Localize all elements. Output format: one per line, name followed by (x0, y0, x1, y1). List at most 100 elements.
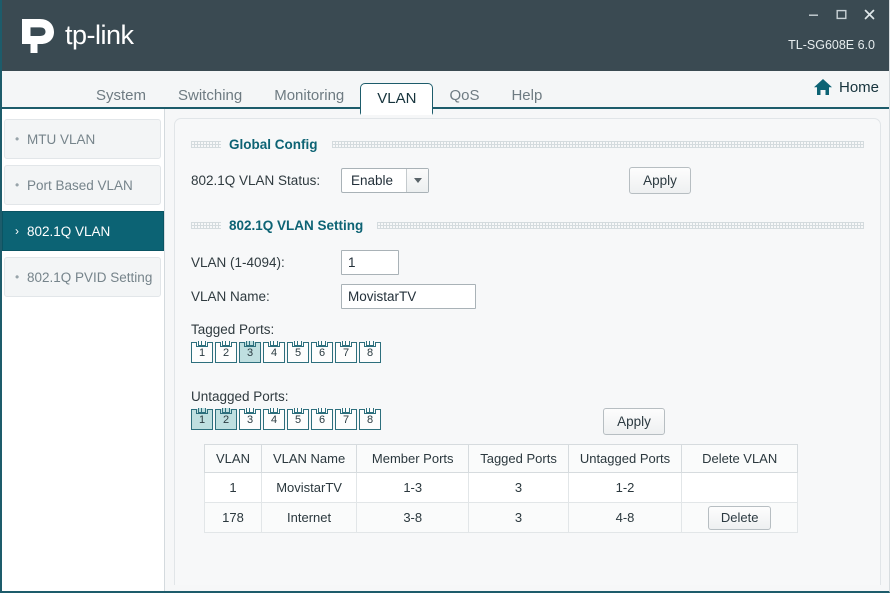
tagged-port-1[interactable]: 1 (191, 341, 213, 363)
sidebar-item-label: 802.1Q PVID Setting (27, 269, 153, 285)
global-config-section-header: Global Config (191, 133, 864, 155)
port-number: 1 (198, 347, 206, 359)
untagged-ports-group: Untagged Ports: 1 2 3 4 5 6 7 8 Apply (191, 389, 864, 435)
tab-help[interactable]: Help (495, 81, 558, 111)
untagged-port-7[interactable]: 7 (335, 408, 357, 430)
untagged-port-5[interactable]: 5 (287, 408, 309, 430)
content-area: Global Config 802.1Q VLAN Status: Enable… (165, 109, 889, 591)
rail-left (191, 140, 221, 148)
port-number: 7 (342, 414, 350, 426)
table-row: 178 Internet 3-8 3 4-8 Delete (204, 502, 799, 533)
delete-vlan-cell (681, 472, 799, 503)
untagged-port-3[interactable]: 3 (239, 408, 261, 430)
col-vlan: VLAN (204, 444, 262, 473)
chevron-right-icon: › (15, 224, 19, 238)
port-number: 6 (318, 414, 326, 426)
untagged-port-6[interactable]: 6 (311, 408, 333, 430)
untagged-ports-label: Untagged Ports: (191, 389, 289, 404)
rail-right (331, 140, 864, 148)
sidebar-item-8021q-vlan[interactable]: › 802.1Q VLAN (2, 211, 164, 251)
tab-system[interactable]: System (80, 81, 162, 111)
tagged-ports-group: Tagged Ports: 1 2 3 4 5 6 7 8 (191, 322, 864, 363)
port-number: 5 (294, 414, 302, 426)
port-number: 4 (270, 414, 278, 426)
tagged-port-7[interactable]: 7 (335, 341, 357, 363)
tagged-port-5[interactable]: 5 (287, 341, 309, 363)
tagged-port-3[interactable]: 3 (239, 341, 261, 363)
vlan-status-label: 802.1Q VLAN Status: (191, 173, 321, 188)
rj45-notch-icon (292, 341, 304, 347)
port-number: 5 (294, 347, 302, 359)
col-member-ports: Member Ports (356, 444, 470, 473)
chevron-down-icon[interactable] (406, 169, 428, 192)
vlan-id-cell: 1 (204, 472, 262, 503)
tp-link-logo: tp-link (16, 17, 134, 55)
sidebar-item-mtu-vlan[interactable]: • MTU VLAN (4, 119, 161, 159)
rj45-notch-icon (292, 408, 304, 414)
home-label: Home (838, 78, 879, 96)
vlan-table: VLAN VLAN Name Member Ports Tagged Ports… (204, 444, 799, 533)
device-model-label: TL-SG608E 6.0 (788, 38, 875, 52)
rj45-notch-icon (196, 408, 208, 414)
vlan-setting-apply-button[interactable]: Apply (603, 408, 665, 435)
untagged-port-1[interactable]: 1 (191, 408, 213, 430)
tagged-ports-cell: 3 (468, 472, 569, 503)
sidebar-item-port-based-vlan[interactable]: • Port Based VLAN (4, 165, 161, 205)
tagged-port-2[interactable]: 2 (215, 341, 237, 363)
tp-link-wordmark: tp-link (65, 20, 134, 50)
tagged-port-8[interactable]: 8 (359, 341, 381, 363)
vlan-name-label: VLAN Name: (191, 289, 270, 304)
member-ports-cell: 1-3 (356, 472, 470, 503)
rj45-notch-icon (268, 408, 280, 414)
rj45-notch-icon (364, 408, 376, 414)
port-number: 6 (318, 347, 326, 359)
vlan-id-row: VLAN (1-4094): (191, 250, 864, 275)
table-header-row: VLAN VLAN Name Member Ports Tagged Ports… (204, 444, 799, 473)
untagged-ports-selector[interactable]: 1 2 3 4 5 6 7 8 (191, 408, 381, 430)
global-config-apply-button[interactable]: Apply (629, 167, 691, 194)
tagged-port-6[interactable]: 6 (311, 341, 333, 363)
home-link[interactable]: Home (813, 78, 879, 96)
nav-tab-list: System Switching Monitoring VLAN QoS Hel… (80, 69, 558, 115)
tab-vlan[interactable]: VLAN (360, 83, 434, 115)
close-icon[interactable] (857, 5, 881, 23)
member-ports-cell: 3-8 (356, 502, 470, 533)
maximize-icon[interactable] (829, 5, 853, 23)
vlan-id-label: VLAN (1-4094): (191, 255, 285, 270)
untagged-ports-cell: 4-8 (567, 502, 683, 533)
untagged-ports-cell: 1-2 (567, 472, 683, 503)
tagged-ports-selector[interactable]: 1 2 3 4 5 6 7 8 (191, 341, 864, 363)
vlan-setting-section-header: 802.1Q VLAN Setting (191, 214, 864, 236)
tab-switching[interactable]: Switching (162, 81, 258, 111)
vlan-status-value: Enable (351, 173, 394, 188)
home-icon (813, 79, 832, 95)
untagged-port-8[interactable]: 8 (359, 408, 381, 430)
tagged-port-4[interactable]: 4 (263, 341, 285, 363)
vlan-status-select[interactable]: Enable (341, 168, 429, 193)
tab-monitoring[interactable]: Monitoring (258, 81, 360, 111)
untagged-port-2[interactable]: 2 (215, 408, 237, 430)
rj45-notch-icon (316, 408, 328, 414)
port-number: 3 (246, 347, 254, 359)
minimize-icon[interactable] (801, 5, 825, 23)
main-nav: System Switching Monitoring VLAN QoS Hel… (2, 69, 889, 115)
title-bar: tp-link TL-SG608E 6.0 (2, 0, 889, 71)
vlan-id-input[interactable] (341, 250, 399, 275)
rj45-notch-icon (220, 408, 232, 414)
tab-qos[interactable]: QoS (433, 81, 495, 111)
rj45-notch-icon (244, 408, 256, 414)
rj45-notch-icon (340, 341, 352, 347)
rj45-notch-icon (316, 341, 328, 347)
delete-vlan-button[interactable]: Delete (707, 505, 772, 530)
tagged-ports-cell: 3 (468, 502, 569, 533)
untagged-port-4[interactable]: 4 (263, 408, 285, 430)
tagged-ports-label: Tagged Ports: (191, 322, 275, 337)
vlan-name-input[interactable] (341, 284, 476, 309)
vlan-table-wrap: VLAN VLAN Name Member Ports Tagged Ports… (204, 444, 864, 533)
vlan-setting-title: 802.1Q VLAN Setting (229, 217, 364, 233)
sidebar-item-8021q-pvid-setting[interactable]: • 802.1Q PVID Setting (4, 257, 161, 297)
port-number: 2 (222, 347, 230, 359)
port-number: 4 (270, 347, 278, 359)
vlan-config-panel: Global Config 802.1Q VLAN Status: Enable… (174, 118, 881, 585)
rj45-notch-icon (268, 341, 280, 347)
